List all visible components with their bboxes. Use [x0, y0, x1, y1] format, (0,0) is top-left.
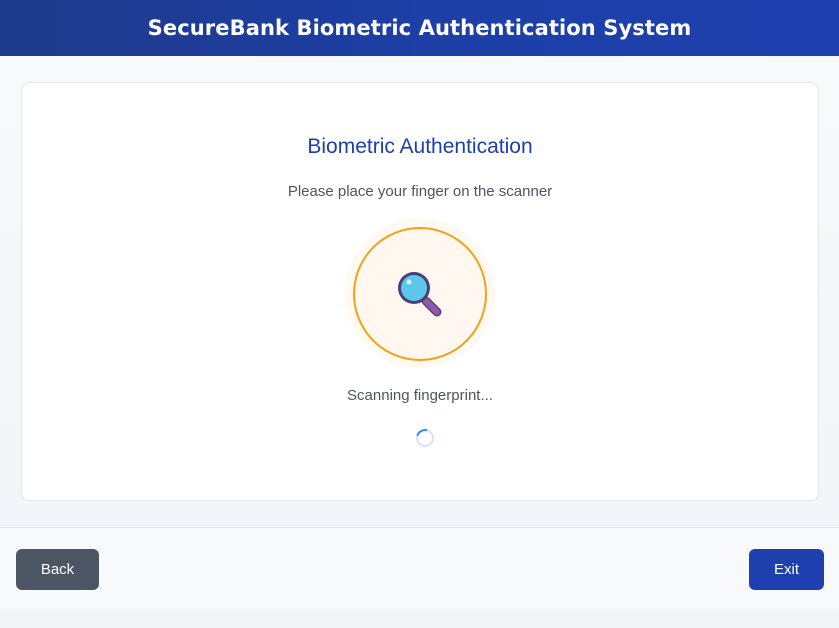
app-title: SecureBank Biometric Authentication Syst…: [147, 16, 692, 40]
loading-spinner-icon: [412, 425, 438, 451]
fingerprint-scanner[interactable]: [353, 227, 487, 361]
exit-button[interactable]: Exit: [749, 549, 824, 590]
magnifying-glass-icon: [398, 272, 442, 317]
app-window: SecureBank Biometric Authentication Syst…: [0, 0, 839, 628]
auth-title: Biometric Authentication: [307, 135, 533, 158]
scan-status: Scanning fingerprint...: [347, 387, 493, 404]
back-button[interactable]: Back: [16, 549, 99, 590]
auth-card: Biometric Authentication Please place yo…: [21, 82, 819, 501]
auth-instruction: Please place your finger on the scanner: [287, 183, 553, 200]
footer-bar: Back Exit: [0, 527, 839, 609]
app-header: SecureBank Biometric Authentication Syst…: [0, 0, 839, 56]
bottom-strip: [0, 609, 839, 628]
